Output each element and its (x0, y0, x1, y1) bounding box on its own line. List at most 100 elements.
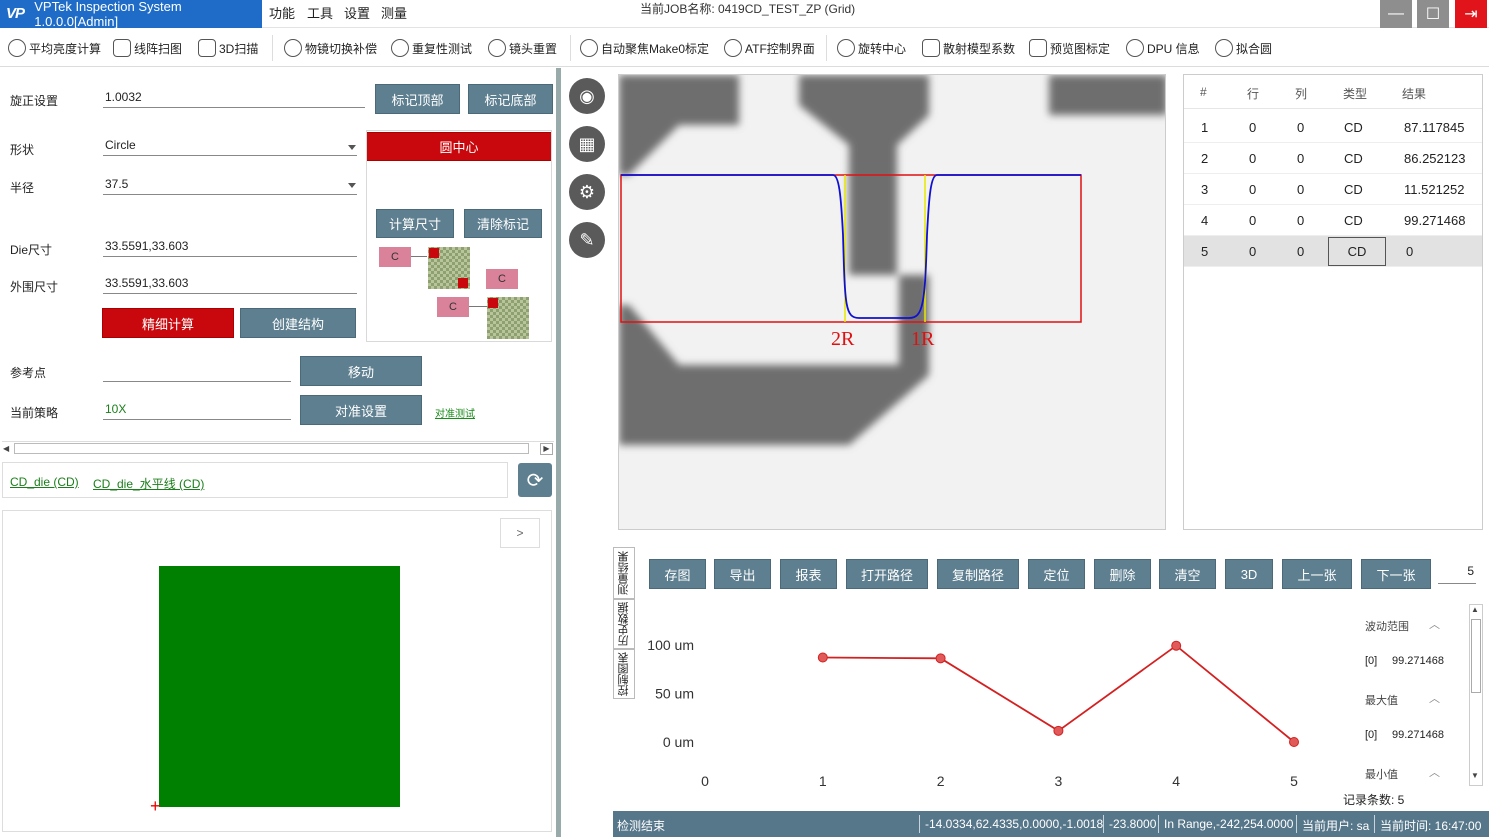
tool-autofocus-make0[interactable]: 自动聚焦Make0标定 (580, 29, 709, 67)
align-test-link[interactable]: 对准测试 (435, 405, 475, 420)
toolbar-divider (570, 35, 571, 61)
align-settings-button[interactable]: 对准设置 (300, 395, 422, 425)
tool-dpu-info[interactable]: DPU 信息 (1126, 29, 1200, 67)
export-button[interactable]: 导出 (714, 559, 771, 589)
data-point (1053, 725, 1064, 736)
minimize-button[interactable]: — (1380, 0, 1412, 28)
tool-average-brightness[interactable]: 平均亮度计算 (8, 29, 101, 67)
settings-scrollbar[interactable]: ◀ ▶ (2, 441, 554, 455)
mark-bottom-button[interactable]: 标记底部 (468, 84, 553, 114)
crosshair-icon (580, 39, 598, 57)
maximize-button[interactable]: ☐ (1417, 0, 1449, 28)
status-divider (1296, 815, 1297, 833)
y-tick-label: 100 um (647, 637, 694, 653)
ref-point-label: 参考点 (10, 366, 47, 380)
die-size-input[interactable]: 33.5591,33.603 (103, 237, 357, 257)
clear-button[interactable]: 清空 (1159, 559, 1216, 589)
scroll-thumb[interactable] (1471, 619, 1481, 693)
tool-atf-control[interactable]: ATF控制界面 (724, 29, 815, 67)
tool-3d-scan[interactable]: 3D扫描 (198, 29, 258, 67)
clear-marks-button[interactable]: 清除标记 (464, 209, 542, 238)
tool-fit-circle[interactable]: 拟合圆 (1215, 29, 1272, 67)
strategy-input[interactable]: 10X (103, 400, 291, 420)
tool-lens-reset[interactable]: 镜头重置 (488, 29, 557, 67)
rotation-input[interactable]: 1.0032 (103, 88, 365, 108)
scroll-thumb[interactable] (14, 443, 529, 454)
tab-history[interactable]: 历史数据 (613, 599, 635, 649)
chevron-up-icon[interactable]: ︿ (1429, 616, 1440, 632)
y-tick-label: 50 um (655, 686, 694, 702)
tool-scatter-model[interactable]: 散射模型系数 (922, 29, 1015, 67)
next-button[interactable]: 下一张 (1361, 559, 1431, 589)
camera-icon[interactable]: ◉ (569, 78, 605, 114)
app-title: VPTek Inspection System 1.0.0.0[Admin] (34, 0, 182, 29)
copy-path-button[interactable]: 复制路径 (937, 559, 1019, 589)
radius-select[interactable]: 37.5 (103, 175, 357, 195)
repeat-test-icon (391, 39, 409, 57)
previous-button[interactable]: 上一张 (1282, 559, 1352, 589)
exit-button[interactable]: ⇥ (1455, 0, 1487, 28)
tool-repeat-test[interactable]: 重复性测试 (391, 29, 472, 67)
gear-icon (1126, 39, 1144, 57)
create-struct-button[interactable]: 创建结构 (240, 308, 356, 338)
max-index: [0] (1365, 729, 1378, 741)
rotation-label: 旋正设置 (10, 94, 59, 108)
stats-scrollbar[interactable]: ▲ ▼ (1469, 604, 1483, 786)
scroll-left-icon[interactable]: ◀ (3, 444, 9, 453)
grid-settings-icon[interactable]: ⚙ (569, 174, 605, 210)
origin-cross-icon: + (150, 796, 161, 816)
stats-panel: 波动范围 ︿ [0] 99.271468 最大值 ︿ [0] 99.271468… (1345, 606, 1469, 786)
x-tick-label: 0 (701, 773, 709, 789)
table-row[interactable]: 2 0 0 CD 86.252123 (1184, 143, 1482, 174)
menu-settings[interactable]: 设置 (344, 0, 370, 28)
table-row[interactable]: 4 0 0 CD 99.271468 (1184, 205, 1482, 236)
tool-preview-calibrate[interactable]: 预览图标定 (1029, 29, 1110, 67)
recipe-cd-die[interactable]: CD_die (CD) (10, 475, 79, 489)
shape-select[interactable]: Circle (103, 136, 357, 156)
tool-rotation-center[interactable]: 旋转中心 (837, 29, 906, 67)
outer-size-input[interactable]: 33.5591,33.603 (103, 274, 357, 294)
menu-tools[interactable]: 工具 (307, 0, 333, 28)
fine-calc-button[interactable]: 精细计算 (102, 308, 234, 338)
tab-measure-results[interactable]: 测量结果 (613, 547, 635, 599)
vptek-logo-icon: VP (6, 5, 25, 22)
table-row[interactable]: 3 0 0 CD 11.521252 (1184, 174, 1482, 205)
locate-button[interactable]: 定位 (1028, 559, 1085, 589)
scroll-right-icon[interactable]: ▶ (540, 443, 553, 455)
expand-preview-button[interactable]: > (500, 518, 540, 548)
tab-control-chart[interactable]: 控制图表 (613, 649, 635, 699)
scroll-down-icon[interactable]: ▼ (1471, 771, 1479, 780)
ref-point-select[interactable] (103, 362, 291, 382)
table-row-selected[interactable]: 5 0 0 CD 0 (1184, 236, 1482, 267)
scroll-up-icon[interactable]: ▲ (1471, 605, 1479, 614)
status-divider (1158, 815, 1159, 833)
recipe-cd-die-horizontal[interactable]: CD_die_水平线 (CD) (93, 475, 204, 492)
page-number-input[interactable]: 5 (1438, 564, 1476, 584)
inspection-image[interactable]: 2R 1R (618, 74, 1166, 530)
col-col: 列 (1295, 87, 1308, 101)
chevron-up-icon[interactable]: ︿ (1429, 690, 1440, 706)
save-image-button[interactable]: 存图 (649, 559, 706, 589)
ruler-icon[interactable]: ✎ (569, 222, 605, 258)
type-cell-editor[interactable]: CD (1328, 237, 1386, 266)
tool-line-scan[interactable]: 线阵扫图 (113, 29, 182, 67)
chevron-up-icon[interactable]: ︿ (1429, 764, 1440, 780)
die-preview[interactable] (159, 566, 400, 807)
refresh-recipe-button[interactable]: ⟳ (518, 463, 552, 497)
open-path-button[interactable]: 打开路径 (846, 559, 928, 589)
table-row[interactable]: 1 0 0 CD 87.117845 (1184, 112, 1482, 143)
menu-function[interactable]: 功能 (269, 0, 295, 28)
mark-top-button[interactable]: 标记顶部 (375, 84, 460, 114)
delete-button[interactable]: 删除 (1094, 559, 1151, 589)
report-button[interactable]: 报表 (780, 559, 837, 589)
tool-objective-switch[interactable]: 物镜切换补偿 (284, 29, 377, 67)
status-time: 当前时间: 16:47:00 (1380, 819, 1482, 833)
title-bar: VP VPTek Inspection System 1.0.0.0[Admin… (0, 0, 1489, 29)
range-label: 波动范围 (1365, 621, 1409, 633)
result-chart: 100 um 50 um 0 um 0 1 2 3 4 5 (647, 637, 1299, 789)
3d-button[interactable]: 3D (1225, 559, 1273, 589)
grid-icon[interactable]: ▦ (569, 126, 605, 162)
menu-measure[interactable]: 测量 (381, 0, 407, 28)
calc-size-button[interactable]: 计算尺寸 (376, 209, 454, 238)
move-button[interactable]: 移动 (300, 356, 422, 386)
